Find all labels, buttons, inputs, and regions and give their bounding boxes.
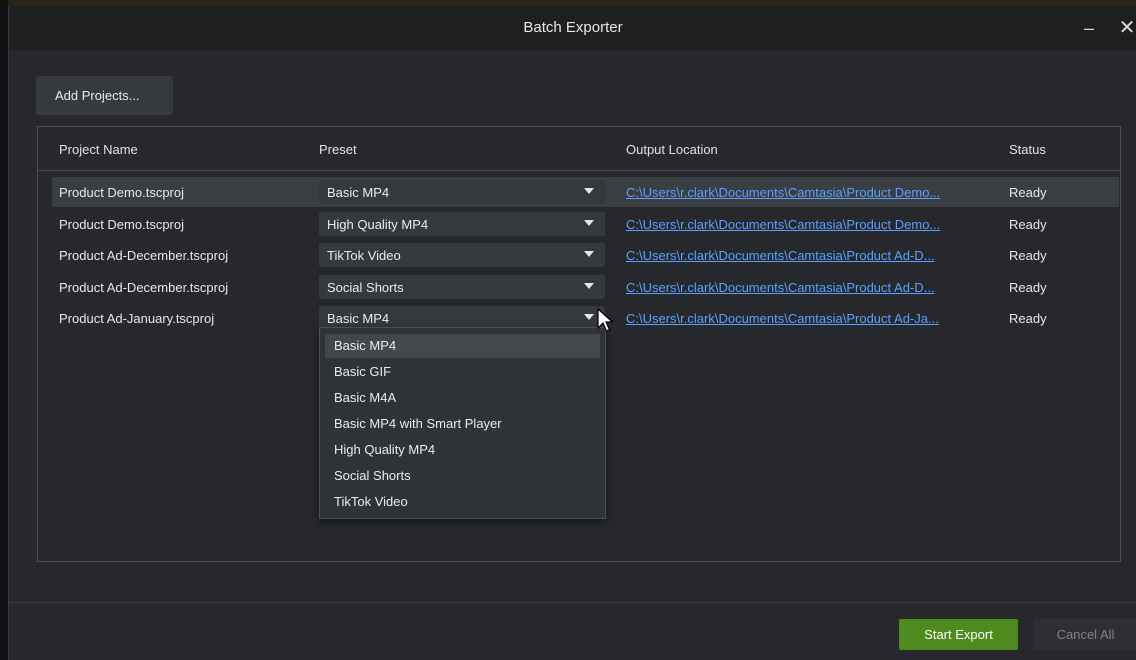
background-strip-left [0,0,8,660]
output-location-link[interactable]: C:\Users\r.clark\Documents\Camtasia\Prod… [626,185,940,200]
title-bar: Batch Exporter – ✕ [9,6,1136,50]
preset-select[interactable]: TikTok Video [319,243,605,267]
chevron-down-icon [584,220,594,226]
table-row[interactable]: Product Demo.tscproj High Quality MP4 C:… [52,209,1119,239]
preset-option[interactable]: TikTok Video [325,490,600,514]
window-title: Batch Exporter [523,19,623,36]
preset-option[interactable]: Basic MP4 [325,334,600,358]
table-row[interactable]: Product Ad-December.tscproj TikTok Video… [52,240,1119,270]
project-name-cell: Product Ad-December.tscproj [59,280,229,295]
preset-option[interactable]: Social Shorts [325,464,600,488]
chevron-down-icon [584,314,594,320]
project-name-cell: Product Ad-December.tscproj [59,248,229,263]
close-button[interactable]: ✕ [1113,14,1136,42]
project-name-cell: Product Ad-January.tscproj [59,311,215,326]
table-row[interactable]: Product Ad-December.tscproj Social Short… [52,272,1119,302]
column-header-preset[interactable]: Preset [319,142,357,157]
batch-exporter-window: Batch Exporter – ✕ Add Projects... Proje… [8,6,1136,660]
preset-option[interactable]: Basic GIF [325,360,600,384]
chevron-down-icon [584,188,594,194]
preset-value: Social Shorts [327,280,404,295]
status-cell: Ready [1009,248,1047,263]
project-name-cell: Product Demo.tscproj [59,185,184,200]
chevron-down-icon [584,283,594,289]
output-location-link[interactable]: C:\Users\r.clark\Documents\Camtasia\Prod… [626,280,934,295]
mouse-pointer-icon [597,308,615,332]
preset-option[interactable]: Basic MP4 with Smart Player [325,412,600,436]
status-cell: Ready [1009,311,1047,326]
table-header: Project Name Preset Output Location Stat… [38,127,1120,171]
preset-select[interactable]: Basic MP4 [319,180,605,204]
column-header-status[interactable]: Status [1009,142,1046,157]
preset-dropdown-menu: Basic MP4 Basic GIF Basic M4A Basic MP4 … [319,327,606,519]
preset-select[interactable]: High Quality MP4 [319,212,605,236]
column-header-output-location[interactable]: Output Location [626,142,718,157]
output-location-link[interactable]: C:\Users\r.clark\Documents\Camtasia\Prod… [626,217,940,232]
preset-option[interactable]: High Quality MP4 [325,438,600,462]
preset-option[interactable]: Basic M4A [325,386,600,410]
preset-value: High Quality MP4 [327,217,429,232]
column-header-project-name[interactable]: Project Name [59,142,138,157]
output-location-link[interactable]: C:\Users\r.clark\Documents\Camtasia\Prod… [626,311,939,326]
minimize-button[interactable]: – [1075,14,1103,42]
status-cell: Ready [1009,185,1047,200]
footer-divider [9,602,1136,603]
cancel-all-button: Cancel All [1034,619,1136,650]
start-export-button[interactable]: Start Export [899,619,1018,650]
project-name-cell: Product Demo.tscproj [59,217,184,232]
status-cell: Ready [1009,280,1047,295]
preset-value: Basic MP4 [327,311,390,326]
status-cell: Ready [1009,217,1047,232]
preset-value: Basic MP4 [327,185,390,200]
output-location-link[interactable]: C:\Users\r.clark\Documents\Camtasia\Prod… [626,248,934,263]
table-row[interactable]: Product Demo.tscproj Basic MP4 C:\Users\… [52,177,1119,207]
chevron-down-icon [584,251,594,257]
preset-select[interactable]: Social Shorts [319,275,605,299]
preset-value: TikTok Video [327,248,401,263]
add-projects-button[interactable]: Add Projects... [36,76,173,115]
